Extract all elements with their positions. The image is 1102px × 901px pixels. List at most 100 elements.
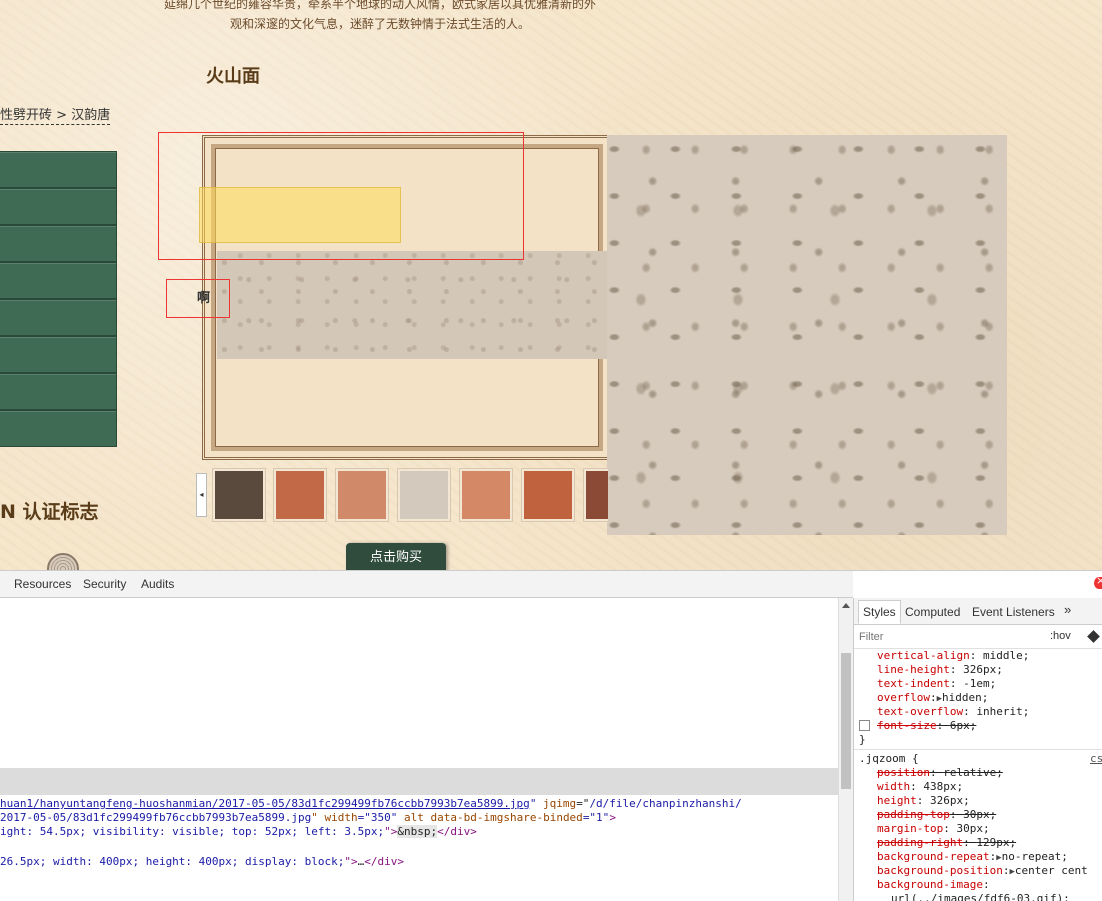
dom-attr-value: 2017-05-05/83d1fc299499fb76ccbb7993b7ea5… — [0, 811, 312, 824]
thumbnail[interactable] — [583, 468, 608, 522]
css-prop-name: position — [877, 766, 930, 779]
styles-sidebar: Styles Computed Event Listeners » :hov v… — [853, 598, 1102, 901]
tab-event-listeners[interactable]: Event Listeners — [972, 605, 1055, 619]
css-prop-value[interactable]: 326px; — [930, 794, 970, 807]
dom-line[interactable]: 26.5px; width: 400px; height: 400px; dis… — [0, 855, 404, 869]
thumbnail-image — [215, 471, 263, 519]
css-declaration[interactable]: background-image: — [877, 878, 990, 892]
css-prop-value[interactable]: no-repeat; — [1002, 850, 1068, 863]
category-nav-item[interactable] — [0, 373, 117, 410]
category-nav — [0, 151, 117, 447]
css-prop-name: height — [877, 794, 917, 807]
category-nav-item[interactable] — [0, 336, 117, 373]
css-prop-name: padding-right — [877, 836, 964, 849]
css-prop-value[interactable]: relative; — [943, 766, 1003, 779]
css-source-link[interactable]: cs — [1090, 752, 1102, 766]
category-nav-item[interactable] — [0, 299, 117, 336]
dom-style-value: 26.5px; width: 400px; height: 400px; dis… — [0, 855, 345, 868]
category-nav-item[interactable] — [0, 225, 117, 262]
thumbnail-image — [524, 471, 572, 519]
category-nav-item[interactable] — [0, 151, 117, 188]
css-declaration[interactable]: overflow:▶hidden; — [877, 691, 988, 706]
rule-close-brace: } — [859, 733, 866, 746]
thumbnail-image — [276, 471, 324, 519]
scrollbar-thumb[interactable] — [841, 653, 851, 789]
tab-security[interactable]: Security — [83, 577, 126, 591]
css-declaration-overridden[interactable]: padding-top: 30px; — [877, 808, 996, 822]
css-declaration[interactable]: height: 326px; — [877, 794, 970, 808]
css-prop-value[interactable]: middle; — [983, 649, 1029, 662]
category-nav-item[interactable] — [0, 188, 117, 225]
css-declaration-overridden[interactable]: padding-right: 129px; — [877, 836, 1016, 850]
css-prop-value[interactable]: 129px; — [976, 836, 1016, 849]
dom-eq: =" — [576, 797, 590, 810]
thumbnail-image — [462, 471, 510, 519]
cert-section-title: N 认证标志 — [0, 501, 99, 523]
dom-attr-name: alt data-bd-imgshare-binded — [397, 811, 583, 824]
devtools-close-icon[interactable] — [1094, 574, 1102, 589]
selected-node-row[interactable] — [0, 768, 838, 795]
css-declaration[interactable]: line-height: 326px; — [877, 663, 1003, 677]
css-declaration[interactable]: margin-top: 30px; — [877, 822, 990, 836]
thumbnail[interactable] — [212, 468, 266, 522]
css-declaration[interactable]: vertical-align: middle; — [877, 649, 1029, 663]
breadcrumb-link-current[interactable]: 汉韵唐 — [71, 104, 110, 123]
css-declaration-overridden[interactable]: position: relative; — [877, 766, 1003, 780]
css-declaration[interactable]: background-position:▶center cent — [877, 864, 1088, 879]
tab-styles[interactable]: Styles — [858, 600, 901, 624]
breadcrumb: 性劈开砖 > 汉韵唐 — [0, 104, 111, 125]
css-prop-value[interactable]: 30px; — [963, 808, 996, 821]
css-declaration-continuation[interactable]: url(../images/fdf6-03.gif); — [891, 892, 1070, 901]
css-prop-name: background-repeat — [877, 850, 990, 863]
dom-line[interactable]: 2017-05-05/83d1fc299499fb76ccbb7993b7ea5… — [0, 811, 616, 825]
css-prop-value[interactable]: 438px; — [923, 780, 963, 793]
css-declaration-overridden[interactable]: font-size: 6px; — [877, 719, 976, 733]
styles-filter-input[interactable] — [859, 630, 1039, 644]
css-prop-value[interactable]: center cent — [1015, 864, 1088, 877]
dom-line[interactable]: huan1/hanyuntangfeng-huoshanmian/2017-05… — [0, 797, 742, 811]
tab-resources[interactable]: Resources — [14, 577, 71, 591]
css-prop-name: background-image — [877, 878, 983, 891]
css-prop-value[interactable]: 30px; — [956, 822, 989, 835]
css-declaration[interactable]: background-repeat:▶no-repeat; — [877, 850, 1068, 865]
thumb-prev-button[interactable]: ◂ — [196, 473, 207, 517]
css-prop-value[interactable]: -1em; — [963, 677, 996, 690]
thumbnail[interactable] — [273, 468, 327, 522]
thumbnail-image — [586, 471, 608, 519]
buy-button[interactable]: 点击购买 — [346, 543, 446, 570]
dom-text-node: &nbsp; — [397, 825, 438, 838]
css-declaration[interactable]: text-overflow: inherit; — [877, 705, 1029, 719]
css-prop-value[interactable]: inherit; — [976, 705, 1029, 718]
css-prop-value[interactable]: hidden; — [942, 691, 988, 704]
thumbnail[interactable] — [335, 468, 389, 522]
thumbnail[interactable] — [521, 468, 575, 522]
dom-close-tag: </div> — [437, 825, 477, 838]
css-prop-value[interactable]: 6px; — [950, 719, 977, 732]
css-prop-value[interactable]: url(../images/fdf6-03.gif); — [891, 892, 1070, 901]
css-selector[interactable]: .jqzoom { — [859, 752, 919, 766]
zoom-preview-pane — [607, 135, 1007, 535]
breadcrumb-link-category[interactable]: 性劈开砖 — [0, 104, 52, 123]
new-rule-icon[interactable] — [1087, 630, 1100, 643]
css-declaration[interactable]: width: 438px; — [877, 780, 963, 794]
tab-audits[interactable]: Audits — [141, 577, 174, 591]
css-prop-name: overflow — [877, 691, 930, 704]
hover-state-toggle[interactable]: :hov — [1050, 630, 1071, 642]
declaration-checkbox[interactable] — [859, 720, 870, 731]
dom-src-url[interactable]: huan1/hanyuntangfeng-huoshanmian/2017-05… — [0, 797, 530, 810]
scroll-up-arrow-icon[interactable] — [842, 603, 850, 608]
css-prop-name: text-indent — [877, 677, 950, 690]
thumbnail[interactable] — [397, 468, 451, 522]
category-nav-item[interactable] — [0, 410, 117, 447]
product-main-image[interactable] — [217, 251, 608, 359]
dom-attr-value: ="350" — [357, 811, 398, 824]
thumbnail[interactable] — [459, 468, 513, 522]
css-prop-value[interactable]: 326px; — [963, 663, 1003, 676]
more-tabs-icon[interactable]: » — [1064, 602, 1071, 617]
tab-computed[interactable]: Computed — [905, 605, 960, 619]
category-nav-item[interactable] — [0, 262, 117, 299]
css-prop-name: background-position — [877, 864, 1003, 877]
dom-line[interactable]: ight: 54.5px; visibility: visible; top: … — [0, 825, 477, 839]
elements-scrollbar[interactable] — [838, 598, 853, 901]
css-declaration[interactable]: text-indent: -1em; — [877, 677, 996, 691]
